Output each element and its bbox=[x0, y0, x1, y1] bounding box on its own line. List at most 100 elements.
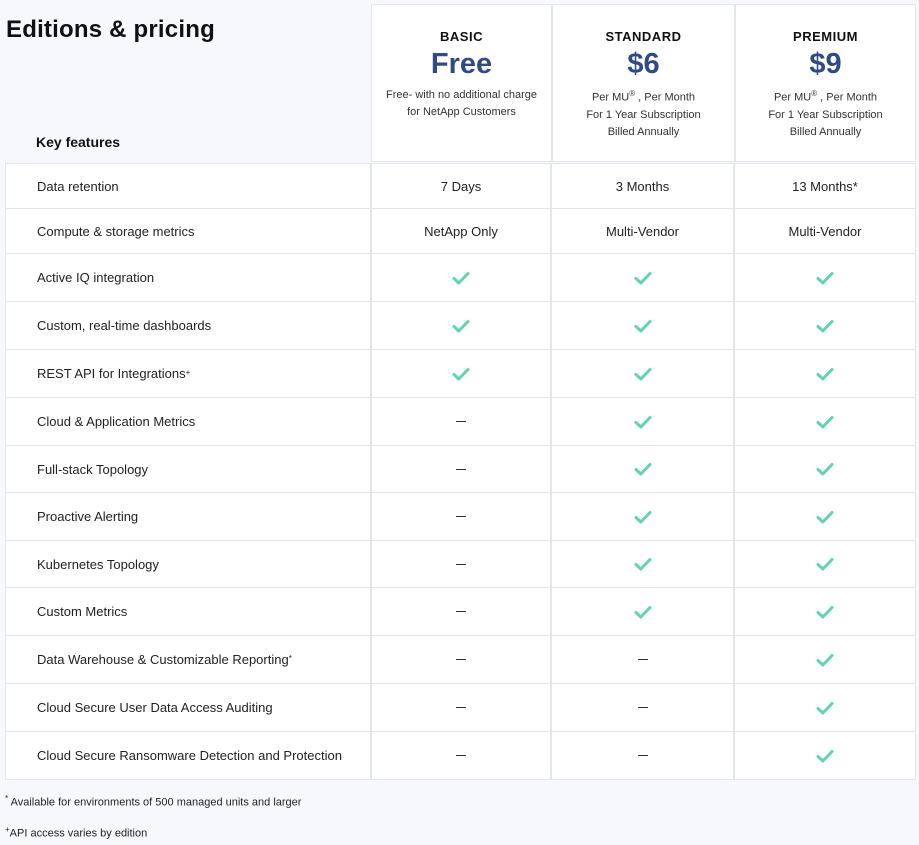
check-icon bbox=[816, 367, 834, 380]
check-icon bbox=[816, 749, 834, 762]
footnote-availability: * Available for environments of 500 mana… bbox=[5, 794, 302, 809]
feature-name: Custom, real-time dashboards bbox=[6, 302, 372, 349]
included-cell bbox=[735, 636, 915, 683]
cell-value: Multi-Vendor bbox=[788, 223, 862, 239]
value-cell: NetApp Only bbox=[372, 209, 552, 253]
not-included-cell bbox=[372, 588, 552, 635]
included-cell bbox=[735, 541, 915, 587]
feature-name: REST API for Integrations + bbox=[6, 350, 372, 397]
check-icon bbox=[816, 605, 834, 618]
not-included-cell bbox=[372, 446, 552, 492]
included-cell bbox=[735, 302, 915, 349]
dash-icon bbox=[637, 707, 648, 708]
cell-value: NetApp Only bbox=[424, 223, 498, 239]
check-icon bbox=[452, 367, 470, 380]
plan-note-line: Billed Annually bbox=[607, 125, 680, 138]
table-row: REST API for Integrations + bbox=[6, 350, 915, 398]
included-cell bbox=[735, 446, 915, 492]
dash-icon bbox=[456, 707, 466, 708]
table-row: Cloud Secure User Data Access Auditing bbox=[6, 684, 915, 732]
plan-note: Per MU® , Per Month For 1 Year Subscript… bbox=[736, 85, 915, 141]
plan-note-line: Per MU® , Per Month bbox=[773, 89, 878, 104]
value-cell: Multi-Vendor bbox=[735, 209, 915, 253]
feature-comparison-table: Data retention 7 Days 3 Months 13 Months* Co… bbox=[5, 163, 916, 780]
value-cell: 3 Months bbox=[552, 164, 735, 208]
dash-icon bbox=[456, 563, 466, 565]
plan-note-line: Free- with no additional charge bbox=[385, 89, 538, 101]
not-included-cell bbox=[372, 541, 552, 587]
plan-premium-header: PREMIUM $9 Per MU® , Per Month For 1 Yea… bbox=[735, 4, 916, 162]
plan-note: Free- with no additional charge for NetA… bbox=[372, 87, 551, 121]
feature-name: Data Warehouse & Customizable Reporting * bbox=[6, 636, 372, 683]
not-included-cell bbox=[372, 493, 552, 540]
dash-icon bbox=[637, 755, 648, 756]
plan-note-line: Billed Annually bbox=[789, 125, 862, 138]
dash-icon bbox=[456, 516, 466, 517]
table-row: Custom Metrics bbox=[6, 588, 915, 636]
footnote-mark: * bbox=[288, 654, 292, 663]
not-included-cell bbox=[372, 684, 552, 731]
plan-price: Free bbox=[430, 48, 493, 80]
dash-icon bbox=[456, 659, 466, 660]
check-icon bbox=[634, 415, 651, 428]
not-included-cell bbox=[552, 636, 735, 683]
included-cell bbox=[552, 398, 735, 445]
table-row: Custom, real-time dashboards bbox=[6, 302, 915, 350]
plan-name: BASIC bbox=[440, 29, 483, 44]
table-row: Cloud & Application Metrics bbox=[6, 398, 915, 446]
cell-value: Multi-Vendor bbox=[606, 223, 679, 239]
plan-note: Per MU® , Per Month For 1 Year Subscript… bbox=[553, 85, 734, 141]
table-row: Full-stack Topology bbox=[6, 446, 915, 493]
plan-note-line: For 1 Year Subscription bbox=[586, 108, 701, 121]
included-cell bbox=[552, 350, 735, 397]
table-row: Kubernetes Topology bbox=[6, 541, 915, 588]
feature-name: Custom Metrics bbox=[6, 588, 372, 635]
cell-value: 7 Days bbox=[440, 178, 482, 194]
feature-name: Cloud Secure User Data Access Auditing bbox=[6, 684, 372, 731]
page-title: Editions & pricing bbox=[6, 16, 215, 43]
included-cell bbox=[735, 350, 915, 397]
included-cell bbox=[372, 302, 552, 349]
feature-name: Compute & storage metrics bbox=[6, 209, 372, 253]
check-icon bbox=[816, 701, 834, 714]
footnote-mark: + bbox=[185, 368, 191, 377]
cell-value: 13 Months* bbox=[792, 178, 858, 194]
feature-name: Cloud & Application Metrics bbox=[6, 398, 372, 445]
included-cell bbox=[735, 732, 915, 779]
not-included-cell bbox=[372, 636, 552, 683]
footnote-api: +API access varies by edition bbox=[5, 825, 148, 840]
table-row: Active IQ integration bbox=[6, 254, 915, 302]
included-cell bbox=[372, 350, 552, 397]
check-icon bbox=[634, 463, 651, 476]
included-cell bbox=[552, 493, 735, 540]
plan-note-line: Per MU® , Per Month bbox=[591, 89, 696, 104]
dash-icon bbox=[456, 468, 466, 470]
included-cell bbox=[735, 684, 915, 731]
check-icon bbox=[452, 271, 470, 284]
dash-icon bbox=[456, 755, 466, 756]
plan-name: PREMIUM bbox=[793, 29, 858, 44]
check-icon bbox=[816, 510, 834, 523]
check-icon bbox=[634, 271, 651, 284]
check-icon bbox=[816, 271, 834, 284]
check-icon bbox=[634, 510, 651, 523]
table-row: Proactive Alerting bbox=[6, 493, 915, 541]
value-cell: Multi-Vendor bbox=[552, 209, 735, 253]
included-cell bbox=[552, 302, 735, 349]
feature-name: Full-stack Topology bbox=[6, 446, 372, 492]
included-cell bbox=[552, 588, 735, 635]
key-features-heading: Key features bbox=[36, 134, 121, 150]
table-row: Data Warehouse & Customizable Reporting * bbox=[6, 636, 915, 684]
feature-name: Kubernetes Topology bbox=[6, 541, 372, 587]
check-icon bbox=[816, 653, 834, 666]
check-icon bbox=[634, 605, 651, 618]
included-cell bbox=[735, 254, 915, 301]
plan-basic-header: BASIC Free Free- with no additional char… bbox=[371, 4, 552, 162]
value-cell: 7 Days bbox=[372, 164, 552, 208]
feature-name: Data retention bbox=[6, 164, 372, 208]
included-cell bbox=[735, 493, 915, 540]
plan-price: $9 bbox=[809, 48, 842, 80]
plan-note-line: for NetApp Customers bbox=[407, 106, 516, 118]
included-cell bbox=[735, 398, 915, 445]
plan-price: $6 bbox=[627, 48, 660, 80]
